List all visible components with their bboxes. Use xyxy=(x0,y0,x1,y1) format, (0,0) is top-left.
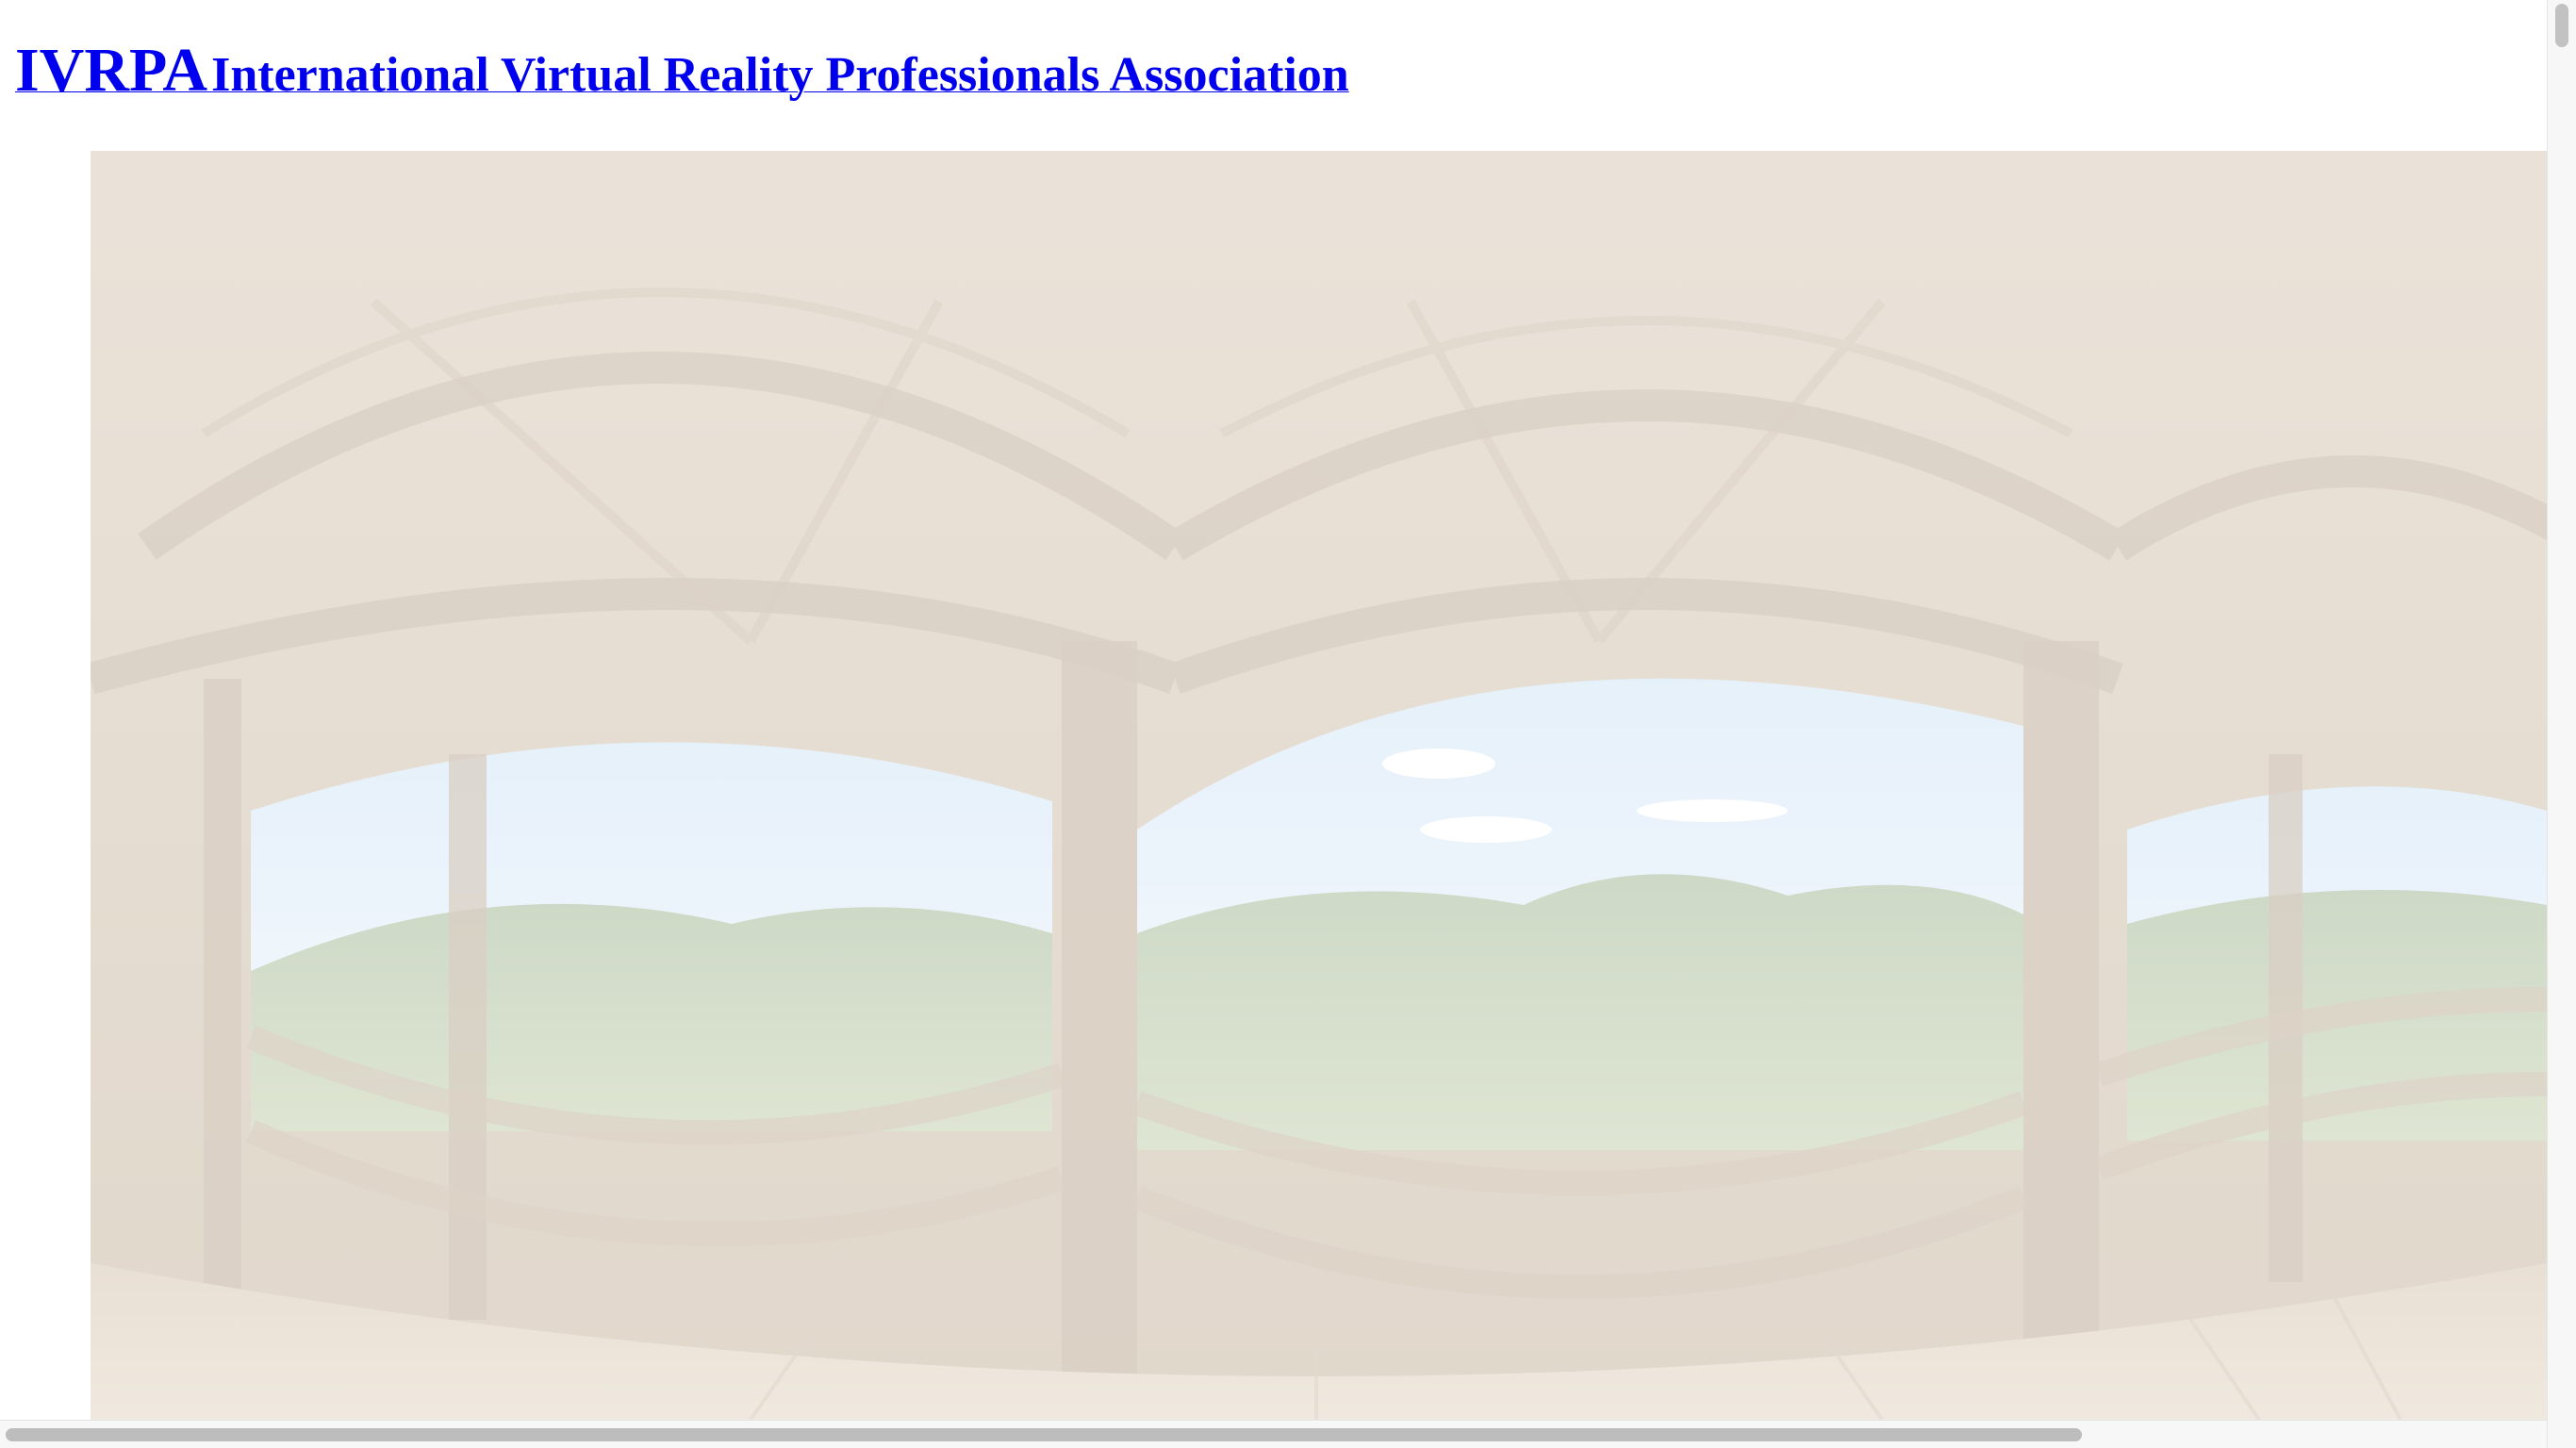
horizontal-scrollbar-thumb[interactable] xyxy=(6,1428,2082,1441)
page: IVRPA International Virtual Reality Prof… xyxy=(0,0,2576,1448)
site-title-link[interactable]: IVRPA International Virtual Reality Prof… xyxy=(15,40,1349,102)
vertical-scrollbar[interactable] xyxy=(2547,0,2576,1448)
site-abbreviation: IVRPA xyxy=(15,36,208,105)
panorama-viewer[interactable] xyxy=(91,151,2547,1420)
vertical-scrollbar-thumb[interactable] xyxy=(2555,4,2568,47)
site-full-name: International Virtual Reality Profession… xyxy=(211,48,1349,102)
horizontal-scrollbar[interactable] xyxy=(0,1420,2547,1448)
panorama-image xyxy=(91,151,2547,1420)
